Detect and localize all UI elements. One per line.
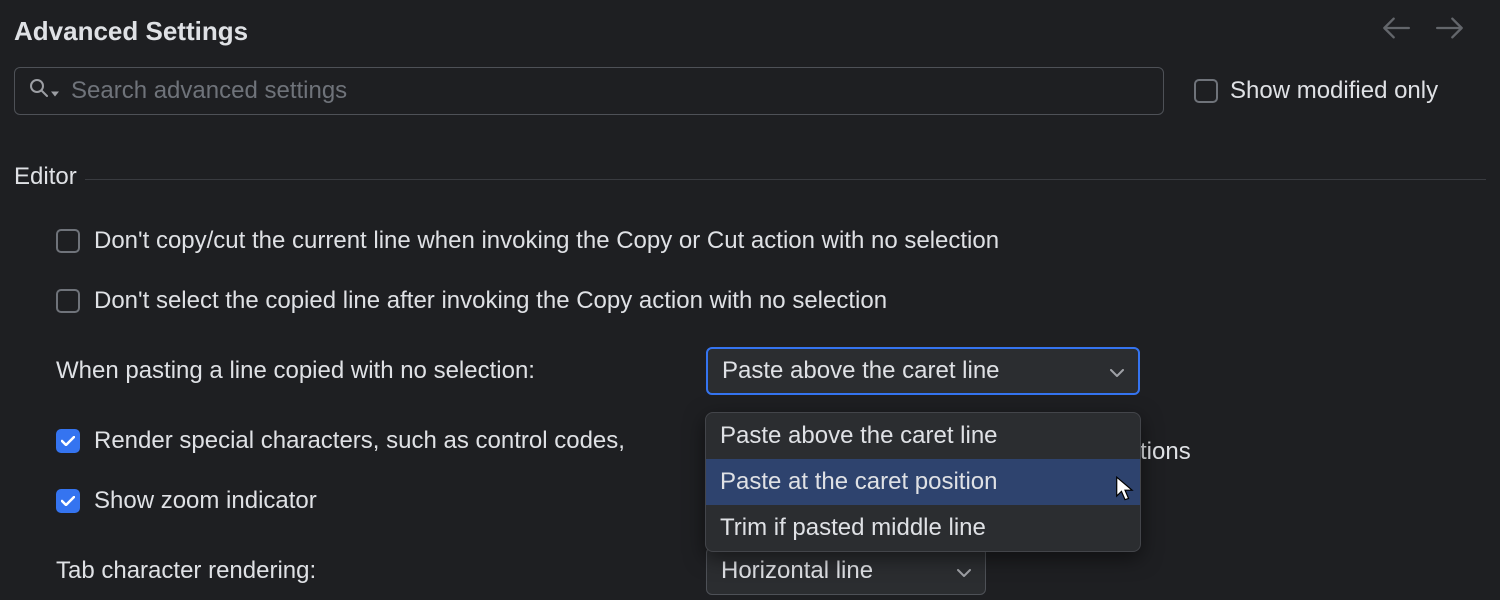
dont-select-copied-label: Don't select the copied line after invok…: [94, 287, 887, 315]
dropdown-item-paste-at-caret[interactable]: Paste at the caret position: [706, 459, 1140, 505]
search-box[interactable]: [14, 67, 1164, 115]
show-modified-only-label: Show modified only: [1230, 77, 1438, 105]
search-filter-chevron-icon[interactable]: [49, 77, 71, 105]
forward-arrow-icon[interactable]: [1436, 16, 1464, 47]
paste-behavior-value: Paste above the caret line: [722, 357, 1000, 385]
chevron-down-icon: [1110, 357, 1124, 385]
dont-copy-cut-checkbox[interactable]: [56, 229, 80, 253]
show-modified-only-checkbox[interactable]: [1194, 79, 1218, 103]
paste-behavior-label: When pasting a line copied with no selec…: [56, 357, 706, 385]
search-icon: [29, 77, 49, 105]
tab-rendering-value: Horizontal line: [721, 557, 873, 585]
tab-rendering-label: Tab character rendering:: [56, 557, 706, 585]
page-title: Advanced Settings: [14, 16, 1382, 47]
tab-rendering-select[interactable]: Horizontal line: [706, 547, 986, 595]
show-zoom-indicator-checkbox[interactable]: [56, 489, 80, 513]
paste-behavior-select[interactable]: Paste above the caret line: [706, 347, 1140, 395]
section-divider: [85, 179, 1486, 180]
back-arrow-icon[interactable]: [1382, 16, 1410, 47]
paste-behavior-dropdown: Paste above the caret line Paste at the …: [705, 412, 1141, 552]
dropdown-item-trim-middle[interactable]: Trim if pasted middle line: [706, 505, 1140, 551]
dont-select-copied-checkbox[interactable]: [56, 289, 80, 313]
render-special-chars-label: Render special characters, such as contr…: [94, 427, 625, 455]
search-input[interactable]: [71, 77, 1149, 105]
chevron-down-icon: [957, 557, 971, 585]
dont-copy-cut-label: Don't copy/cut the current line when inv…: [94, 227, 999, 255]
render-special-chars-label-tail: tions: [1140, 438, 1191, 466]
show-zoom-indicator-label: Show zoom indicator: [94, 487, 317, 515]
render-special-chars-checkbox[interactable]: [56, 429, 80, 453]
dropdown-item-paste-above[interactable]: Paste above the caret line: [706, 413, 1140, 459]
section-title-editor: Editor: [14, 163, 77, 190]
